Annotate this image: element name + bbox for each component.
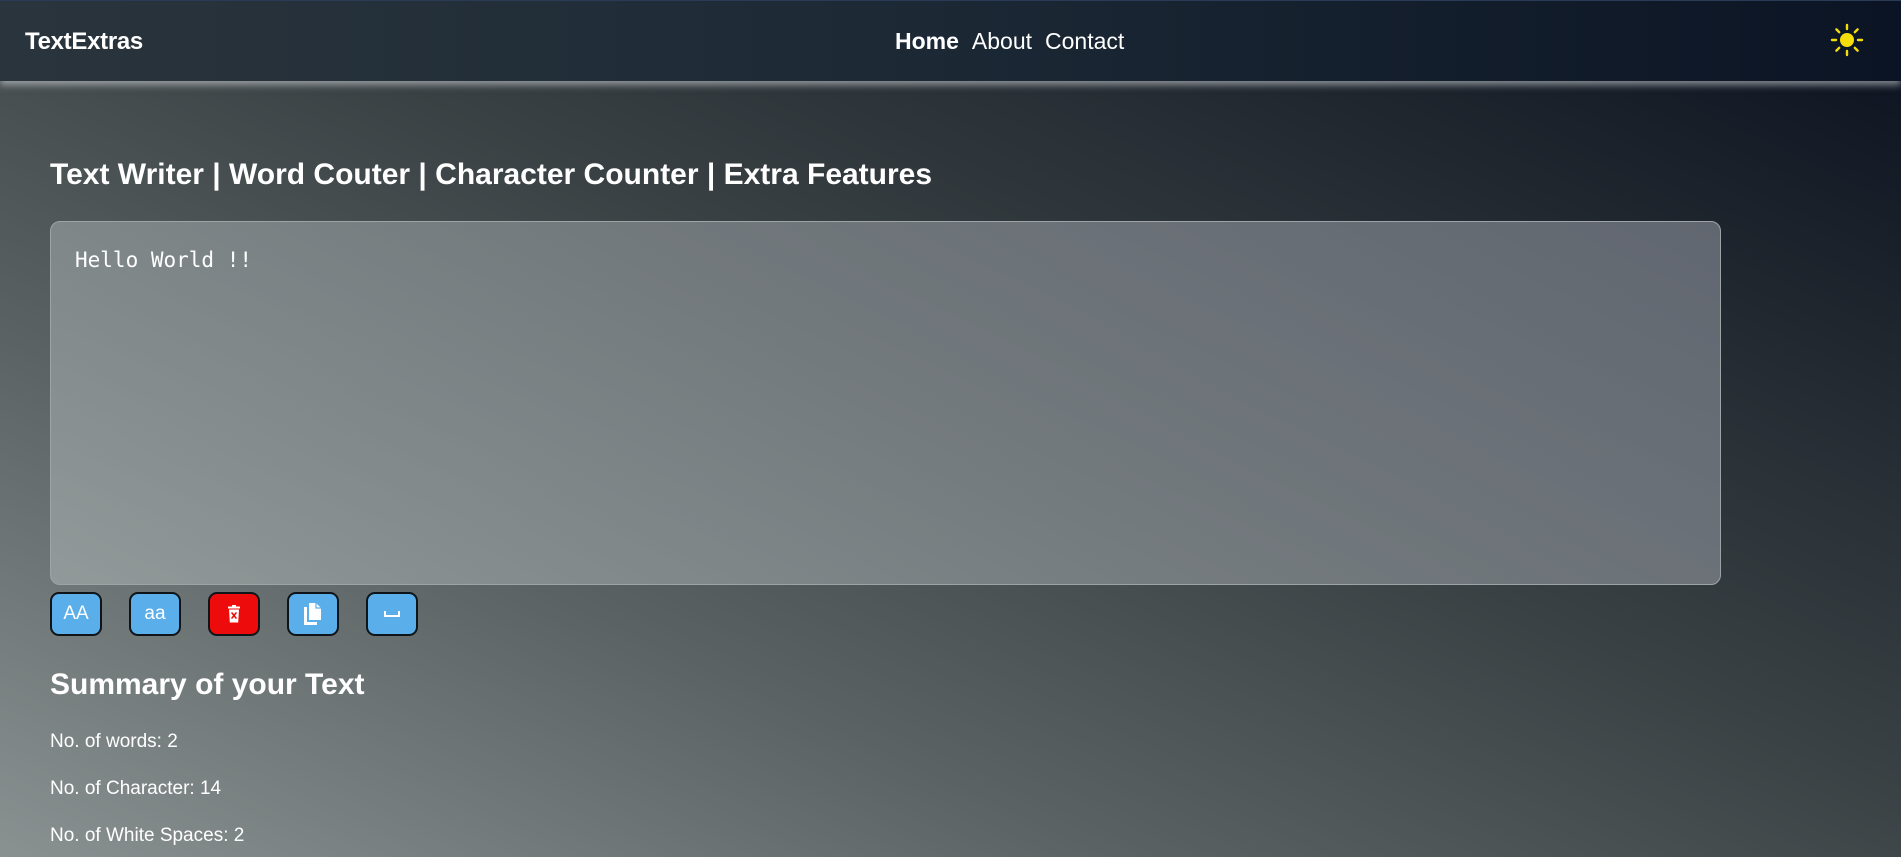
theme-toggle-button[interactable] [1830, 23, 1864, 57]
action-toolbar: AA aa [50, 592, 418, 636]
delete-icon [228, 605, 240, 623]
text-input[interactable]: Hello World !! [50, 221, 1721, 585]
uppercase-button[interactable]: AA [50, 592, 102, 636]
copy-text-button[interactable] [287, 592, 339, 636]
nav-link-contact[interactable]: Contact [1045, 28, 1124, 55]
copy-icon [304, 603, 321, 625]
clear-text-button[interactable] [208, 592, 260, 636]
sun-icon [1830, 23, 1864, 57]
summary-heading: Summary of your Text [50, 668, 365, 701]
white-space-count: No. of White Spaces: 2 [50, 825, 245, 846]
nav-links: Home About Contact [895, 28, 1124, 55]
space-bar-icon [384, 611, 400, 617]
remove-extra-spaces-button[interactable] [366, 592, 418, 636]
nav-link-about[interactable]: About [972, 28, 1032, 55]
word-count: No. of words: 2 [50, 731, 178, 752]
uppercase-icon: AA [63, 603, 89, 624]
lowercase-icon: aa [144, 603, 166, 624]
brand-logo[interactable]: TextExtras [25, 28, 143, 56]
nav-link-home[interactable]: Home [895, 28, 959, 55]
character-count: No. of Character: 14 [50, 778, 222, 799]
page-title: Text Writer | Word Couter | Character Co… [50, 158, 933, 191]
navbar: TextExtras Home About Contact [0, 0, 1901, 81]
lowercase-button[interactable]: aa [129, 592, 181, 636]
